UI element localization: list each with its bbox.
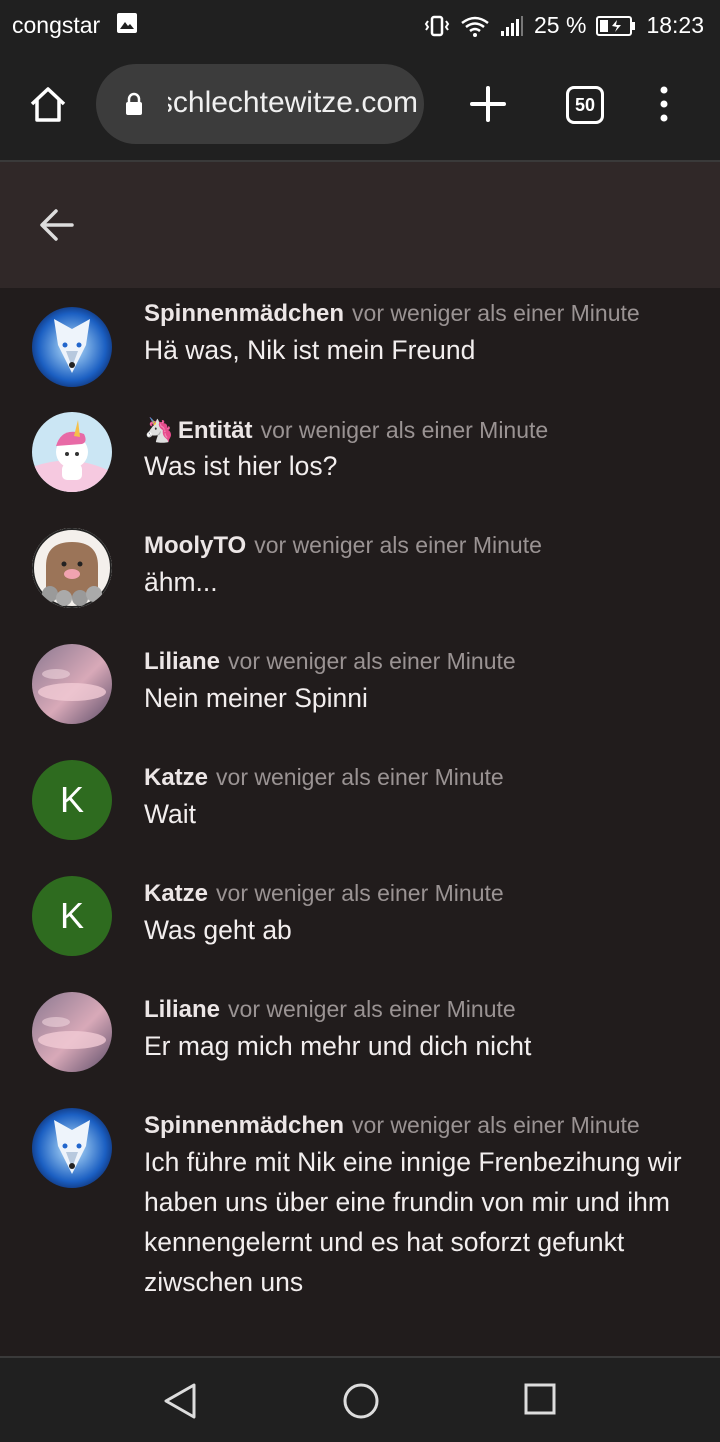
message-text: ähm... <box>144 567 218 597</box>
pink-clouds-image <box>32 992 112 1072</box>
mole-image <box>32 528 112 608</box>
chat-list: Spinnenmädchen vor weniger als einer Minu… <box>0 290 720 1356</box>
message-text: Nein meiner Spinni <box>144 683 368 713</box>
unicorn-avatar[interactable] <box>32 412 112 492</box>
pink-clouds-image <box>32 644 112 724</box>
timestamp: vor weniger als einer Minute <box>228 648 516 674</box>
timestamp: vor weniger als einer Minute <box>352 1112 640 1138</box>
browser-toolbar: schlechtewitze.com 50 <box>0 50 720 162</box>
tab-switcher-button[interactable]: 50 <box>566 86 604 124</box>
mole-avatar[interactable] <box>32 528 112 608</box>
message-text: Hä was, Nik ist mein Freund <box>144 335 476 365</box>
unicorn-image <box>32 412 112 492</box>
timestamp: vor weniger als einer Minute <box>260 417 549 443</box>
avatar-letter: K <box>59 895 84 936</box>
timestamp: vor weniger als einer Minute <box>216 880 504 906</box>
author-name[interactable]: Spinnenmädchen <box>144 300 344 327</box>
unicorn-emoji: 🦄 <box>144 417 174 444</box>
back-arrow-icon[interactable] <box>38 206 76 244</box>
carrier-name: congstar <box>12 12 101 38</box>
vibrate-icon <box>424 15 450 36</box>
more-options-icon[interactable] <box>654 86 674 122</box>
nav-back-icon[interactable] <box>162 1382 198 1420</box>
new-tab-icon[interactable] <box>469 85 507 123</box>
timestamp: vor weniger als einer Minute <box>352 300 640 326</box>
message-text: Was geht ab <box>144 915 292 945</box>
pink-clouds-avatar[interactable] <box>32 644 112 724</box>
signal-icon <box>501 15 523 36</box>
message-text: Was ist hier los? <box>144 451 338 481</box>
page-header <box>0 162 720 288</box>
message-meta: Katze vor weniger als einer Minute <box>144 764 504 792</box>
message-meta: Katze vor weniger als einer Minute <box>144 880 504 908</box>
battery-charging-icon <box>596 15 636 36</box>
url-text[interactable]: schlechtewitze.com <box>168 86 418 120</box>
nav-recents-icon[interactable] <box>524 1383 556 1415</box>
author-name[interactable]: Entität <box>178 417 253 444</box>
home-icon[interactable] <box>28 84 68 124</box>
author-name[interactable]: Liliane <box>144 996 220 1023</box>
message-meta: 🦄 Entität vor weniger als einer Minute <box>144 416 548 445</box>
wolf-avatar[interactable] <box>32 1108 112 1188</box>
wolf-avatar[interactable] <box>32 307 112 387</box>
timestamp: vor weniger als einer Minute <box>254 532 542 558</box>
letter-avatar[interactable]: K <box>32 760 112 840</box>
message-text: Er mag mich mehr und dich nicht <box>144 1031 532 1061</box>
message-meta: Spinnenmädchen vor weniger als einer Minu… <box>144 300 640 328</box>
status-icons: 25 % 18:23 <box>424 12 704 39</box>
gallery-notification-icon <box>117 13 137 33</box>
letter-avatar[interactable]: K <box>32 876 112 956</box>
author-name[interactable]: Spinnenmädchen <box>144 1112 344 1139</box>
author-name[interactable]: Liliane <box>144 648 220 675</box>
timestamp: vor weniger als einer Minute <box>216 764 504 790</box>
author-name[interactable]: MoolyTO <box>144 532 246 559</box>
message-meta: Spinnenmädchen vor weniger als einer Minu… <box>144 1112 640 1140</box>
message-meta: MoolyTO vor weniger als einer Minute <box>144 532 542 560</box>
wolf-image <box>32 307 112 387</box>
wolf-image <box>32 1108 112 1188</box>
pink-clouds-avatar[interactable] <box>32 992 112 1072</box>
clock: 18:23 <box>646 12 704 38</box>
message-meta: Liliane vor weniger als einer Minute <box>144 648 516 676</box>
address-bar[interactable]: schlechtewitze.com <box>96 64 424 144</box>
avatar-letter: K <box>59 779 84 820</box>
message-meta: Liliane vor weniger als einer Minute <box>144 996 516 1024</box>
system-nav-bar <box>0 1356 720 1442</box>
message-text: Wait <box>144 799 197 829</box>
wifi-icon <box>461 16 489 37</box>
timestamp: vor weniger als einer Minute <box>228 996 516 1022</box>
lock-icon <box>126 92 142 115</box>
message-text: Ich führe mit Nik eine innige Frenbezihu… <box>144 1147 682 1297</box>
status-bar: congstar 25 % 18:23 <box>0 0 720 50</box>
battery-percent: 25 % <box>534 12 587 38</box>
author-name[interactable]: Katze <box>144 880 208 907</box>
nav-home-icon[interactable] <box>342 1382 380 1420</box>
author-name[interactable]: Katze <box>144 764 208 791</box>
